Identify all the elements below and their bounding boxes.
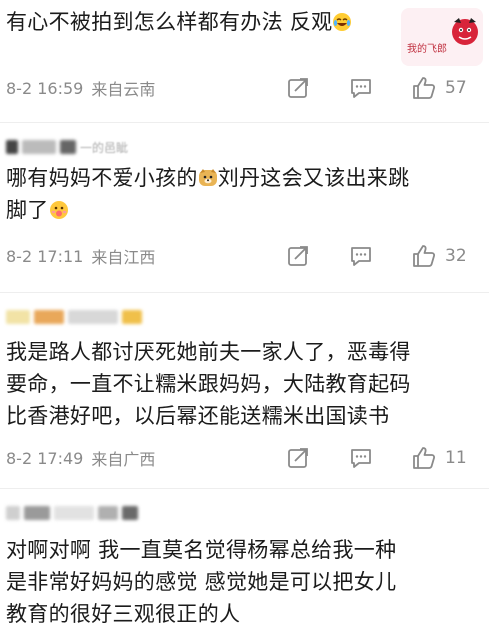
share-button[interactable] [286,74,310,102]
comment-item: 我是路人都讨厌死她前夫一家人了，恶毒得 要命，一直不让糯米跟妈妈，大陆教育起码 … [0,298,489,484]
comment-icon [351,79,371,98]
comment-location: 来自广西 [91,450,156,469]
username-blur [22,140,56,154]
avatar [6,140,18,154]
comment-text-line: 脚了 [6,198,49,222]
share-button[interactable] [286,242,310,270]
comment-button[interactable] [349,74,373,102]
comment-text-line: 比香港好吧，以后幂还能送糯米出国读书 [6,404,390,428]
comment-date: 8-2 17:49 [6,448,84,468]
comment-text-line: 哪有妈妈不爱小孩的 [6,166,198,190]
thumbs-up-icon [413,77,436,99]
username-blur [68,310,118,324]
comment-meta: 8-2 17:49 来自广西 11 [6,444,489,472]
badge-icon [122,310,142,324]
comment-button[interactable] [349,444,373,472]
like-count: 11 [445,448,467,468]
comment-text-line: 要命，一直不让糯米跟妈妈，大陆教育起码 [6,372,411,396]
username-fragment: 一的邑眦 [80,140,129,155]
share-icon [288,78,308,98]
comment-location: 来自云南 [91,80,156,99]
avatar [6,506,20,520]
comment-item: 有心不被拍到怎么样都有办法 反观 我的飞郎 8-2 16:59 来自云南 57 [0,0,489,110]
username-redacted: 一的邑眦 [6,138,128,156]
comment-text: 对啊对啊 我一直莫名觉得杨幂总给我一种 是非常好妈妈的感觉 感觉她是可以把女儿 … [6,534,479,630]
username-blur [122,506,138,520]
comment-item: 一的邑眦 哪有妈妈不爱小孩的 刘丹这会又该出来跳 脚了 8-2 17:11 来自… [0,128,489,278]
username-redacted [6,504,138,522]
username-blur [24,506,50,520]
divider [0,122,489,123]
comment-text-line: 教育的很好三观很正的人 [6,602,241,626]
divider [0,292,489,293]
thumbs-up-icon [413,447,436,469]
share-button[interactable] [286,444,310,472]
like-button[interactable]: 32 [411,242,467,270]
sticker-text: 我的飞郎 [407,44,447,55]
comment-meta: 8-2 17:11 来自江西 32 [6,242,489,270]
username-blur [54,506,94,520]
comment-icon [351,449,371,468]
comment-text-line: 对啊对啊 我一直莫名觉得杨幂总给我一种 [6,538,397,562]
comment-text: 我是路人都讨厌死她前夫一家人了，恶毒得 要命，一直不让糯米跟妈妈，大陆教育起码 … [6,336,479,432]
thumbs-up-icon [413,245,436,267]
share-icon [288,448,308,468]
like-count: 57 [445,78,467,98]
comment-text-line: 我是路人都讨厌死她前夫一家人了，恶毒得 [6,340,411,364]
like-button[interactable]: 57 [411,74,467,102]
comment-location: 来自江西 [91,248,156,267]
comment-text-line: 是非常好妈妈的感觉 感觉她是可以把女儿 [6,570,397,594]
comment-date: 8-2 17:11 [6,246,84,266]
username-redacted [6,308,142,326]
comment-meta: 8-2 16:59 来自云南 57 [6,74,489,102]
username-blur [60,140,76,154]
comment-item: 对啊对啊 我一直莫名觉得杨幂总给我一种 是非常好妈妈的感觉 感觉她是可以把女儿 … [0,494,489,640]
comment-text-line: 刘丹这会又该出来跳 [217,166,410,190]
like-count: 32 [445,246,467,266]
hungry-emoji-icon [49,197,69,219]
crying-laughing-emoji-icon [332,9,352,31]
comment-text: 哪有妈妈不爱小孩的 刘丹这会又该出来跳 脚了 [6,162,479,226]
comment-date: 8-2 16:59 [6,78,84,98]
username-blur [34,310,64,324]
share-icon [288,246,308,266]
divider [0,488,489,489]
username-blur [98,506,118,520]
comment-text-line: 有心不被拍到怎么样都有办法 反观 [6,10,333,34]
doge-emoji-icon [198,165,218,186]
like-button[interactable]: 11 [411,444,467,472]
comment-button[interactable] [349,242,373,270]
sticker-image: 我的飞郎 [401,8,483,66]
comment-icon [351,247,371,266]
comment-feed: 有心不被拍到怎么样都有办法 反观 我的飞郎 8-2 16:59 来自云南 57 … [0,0,489,640]
avatar [6,310,30,324]
